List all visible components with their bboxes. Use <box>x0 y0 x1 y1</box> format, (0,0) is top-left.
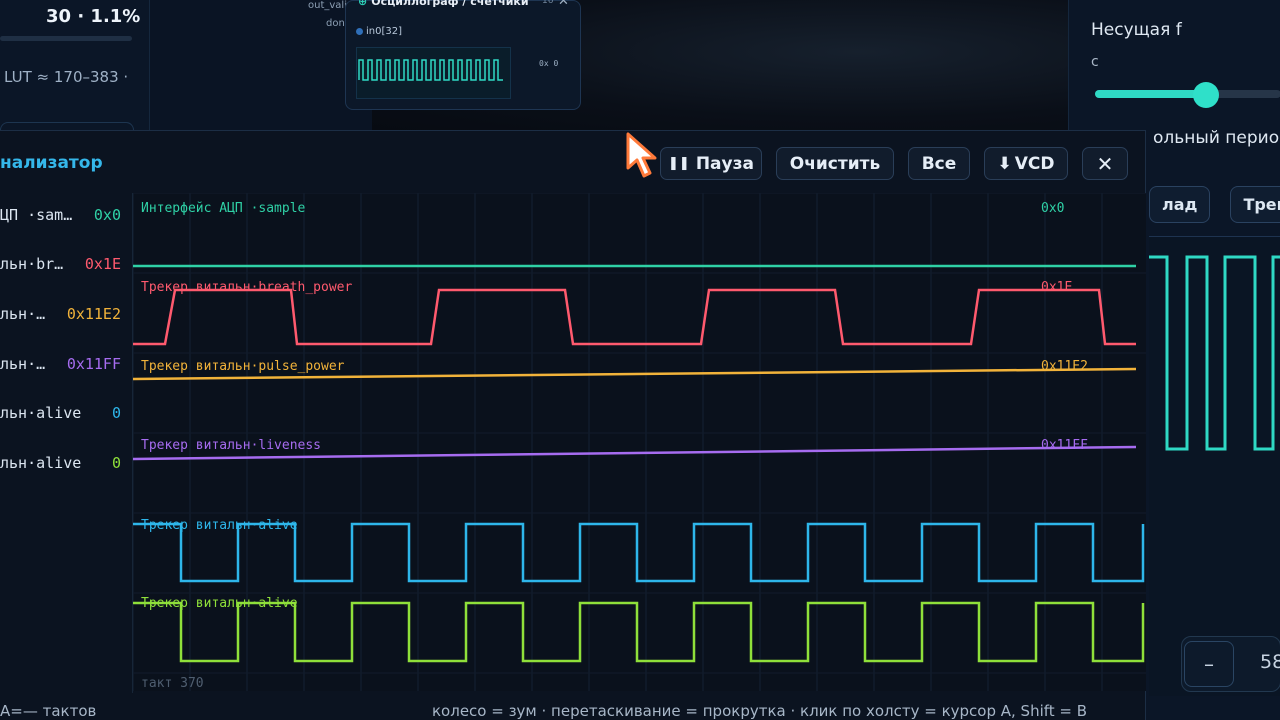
oscilloscope-screen <box>356 47 511 99</box>
carrier-slider-fill <box>1095 90 1207 98</box>
trace-label: Трекер витальн·alive <box>141 518 298 533</box>
oscilloscope-close-icon[interactable]: ✕ <box>558 0 569 9</box>
carrier-slider-knob[interactable] <box>1193 82 1219 108</box>
tick-label: такт 370 <box>141 676 204 691</box>
signal-value: 0 <box>111 404 121 422</box>
port-label-out-valid: out_vali <box>308 0 347 11</box>
signal-value: 0x0 <box>93 206 121 224</box>
trace-label: Трекер витальн·alive <box>141 596 298 611</box>
stat-progress-bar <box>0 36 132 41</box>
signal-name: ЦП ·sam… <box>0 206 73 224</box>
oscilloscope-value: 0x 0 <box>539 59 559 68</box>
vcd-label: VCD <box>1014 153 1055 174</box>
close-button[interactable]: ✕ <box>1082 147 1128 180</box>
waveform-canvas[interactable]: Интерфейс АЦП ·sample 0x0 Трекер витальн·b… <box>133 193 1146 691</box>
signal-value: 0 <box>111 454 121 472</box>
signal-name: льн·… <box>0 355 46 373</box>
value-stepper[interactable]: – 58 <box>1181 636 1280 692</box>
cursor-readout: A=— тактов <box>0 702 97 720</box>
stepper-minus-button[interactable]: – <box>1184 641 1234 687</box>
signal-row[interactable]: ЦП ·sam… 0x0 <box>0 201 133 231</box>
carrier-label: Несущая f <box>1091 20 1182 40</box>
signal-row[interactable]: льн·… 0x11FF <box>0 350 133 380</box>
port-label-done: don <box>326 18 345 29</box>
pause-button[interactable]: ❚❚ Пауза <box>660 147 762 180</box>
preview-wave <box>1149 236 1280 696</box>
download-icon: ⬇ <box>997 153 1012 174</box>
vcd-download-button[interactable]: ⬇ VCD <box>984 147 1068 180</box>
trace-breath-power <box>133 288 1136 346</box>
usage-hint: колесо = зум · перетаскивание = прокрутк… <box>432 702 1088 720</box>
oscilloscope-icon: ⊕ <box>358 0 368 8</box>
trace-alive-green <box>133 601 1145 663</box>
stats-panel: 30 · 1.1% LUT ≈ 170–383 · <box>0 0 150 136</box>
oscilloscope-node[interactable]: ⊕ Осциллограф / счётчики 16 ✕ in0[32] 0x … <box>345 0 581 110</box>
panel-tabs: лад Трекер <box>1149 186 1280 223</box>
signal-row[interactable]: льн·… 0x11E2 <box>0 300 133 330</box>
signal-name: льн·alive <box>0 454 82 472</box>
analyzer-title: нализатор <box>0 153 103 173</box>
lut-range-text: LUT ≈ 170–383 · <box>4 68 129 86</box>
signal-row[interactable]: льн·alive 0 <box>0 449 133 479</box>
oscilloscope-trace <box>358 59 503 81</box>
trace-label: Трекер витальн·breath_power <box>141 280 352 295</box>
signal-row[interactable]: льн·br… 0x1E <box>0 250 133 280</box>
node-area: out_vali don <box>150 0 372 130</box>
trace-value-label: 0x11E2 <box>1041 359 1088 374</box>
trace-label: Трекер витальн·liveness <box>141 438 321 453</box>
signal-value: 0x1E <box>84 255 121 273</box>
oscilloscope-title: ⊕ Осциллограф / счётчики <box>358 0 529 8</box>
tab-lad[interactable]: лад <box>1149 186 1211 223</box>
signal-value: 0x11FF <box>66 355 121 373</box>
signal-list: ЦП ·sam… 0x0 льн·br… 0x1E льн·… 0x11E2 льн·… <box>0 193 133 693</box>
trace-value-label: 0x1E <box>1041 280 1072 295</box>
stat-value: 30 · 1.1% <box>46 6 141 27</box>
port-label: in0[32] <box>366 26 403 37</box>
trace-value-label: 0x0 <box>1041 201 1064 216</box>
period-label: ольный период <box>1153 128 1280 148</box>
carrier-sub-label: с <box>1091 54 1099 70</box>
port-dot-icon <box>356 27 363 35</box>
pause-label: Пауза <box>695 153 754 174</box>
tab-tracker[interactable]: Трекер <box>1230 186 1280 223</box>
trace-value-label: 0x11FF <box>1041 438 1088 453</box>
signal-name: льн·… <box>0 305 46 323</box>
logic-analyzer-panel: нализатор ❚❚ Пауза Очистить Все ⬇ VCD ✕ ЦП… <box>0 130 1146 720</box>
waveform-svg: Интерфейс АЦП ·sample 0x0 Трекер витальн·b… <box>133 193 1146 691</box>
carrier-slider[interactable] <box>1095 90 1280 98</box>
pause-icon: ❚❚ <box>668 156 690 171</box>
preview-wave-trace <box>1149 255 1280 451</box>
signal-row[interactable]: льн·alive 0 <box>0 399 133 429</box>
signal-name: льн·br… <box>0 255 64 273</box>
signal-name: льн·alive <box>0 404 82 422</box>
all-button[interactable]: Все <box>908 147 970 180</box>
clear-button[interactable]: Очистить <box>776 147 894 180</box>
trace-label: Интерфейс АЦП ·sample <box>141 201 306 216</box>
mouse-pointer-icon <box>626 132 657 178</box>
oscilloscope-badge: 16 <box>542 0 554 6</box>
stepper-value: 58 <box>1260 651 1280 673</box>
status-bar: A=— тактов колесо = зум · перетаскивание… <box>0 699 1146 720</box>
signal-value: 0x11E2 <box>66 305 121 323</box>
oscilloscope-title-text: Осциллограф / счётчики <box>371 0 529 8</box>
input-port[interactable]: in0[32] <box>356 26 402 37</box>
trace-label: Трекер витальн·pulse_power <box>141 359 345 374</box>
